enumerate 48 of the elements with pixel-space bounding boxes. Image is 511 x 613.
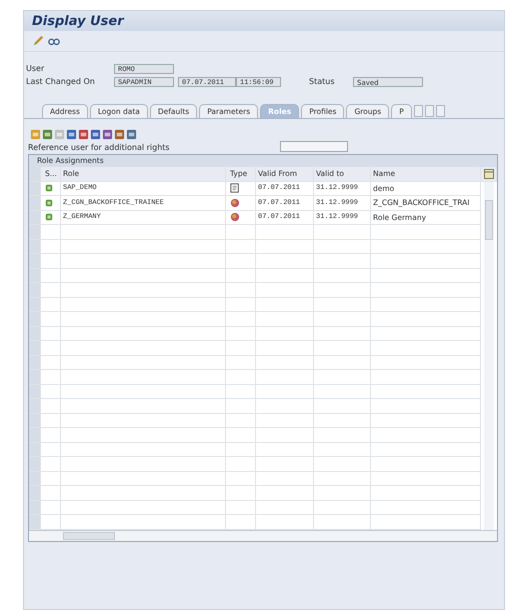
tab-list-button[interactable] [436,105,445,117]
field-label: Last Changed On [26,77,96,86]
row-selector[interactable] [29,196,41,210]
row-selector[interactable] [29,326,41,340]
row-selector[interactable] [29,312,41,326]
toolbar-icon[interactable] [66,129,77,140]
toolbar-icon[interactable] [90,129,101,140]
select-all-button[interactable] [29,167,41,180]
row-selector[interactable] [29,370,41,384]
row-selector[interactable] [29,182,41,195]
row-selector[interactable] [29,399,41,412]
row-selector[interactable] [29,341,41,354]
tab-scroll-button[interactable] [414,105,423,117]
row-selector[interactable] [29,210,41,224]
row-selector[interactable] [29,500,41,514]
row-selector[interactable] [29,457,41,470]
row-selector[interactable] [29,225,41,238]
row-selector[interactable] [29,268,41,282]
row-selector[interactable] [29,356,41,369]
row-selector[interactable] [29,472,41,485]
row-selector[interactable] [29,442,41,456]
row-selector[interactable] [29,515,41,528]
toolbar-icon[interactable] [114,129,125,140]
field-label: Status [309,77,336,86]
toolbar-icon[interactable] [102,129,113,140]
row-selector[interactable] [29,240,41,253]
vertical-scrollbar[interactable] [484,182,494,530]
field-label: Reference user for additional rights [28,143,170,152]
horizontal-scrollbar[interactable] [29,530,497,540]
input-field[interactable] [280,141,348,152]
row-selector[interactable] [29,254,41,268]
row-selector[interactable] [29,384,41,398]
toolbar-icon[interactable] [42,129,53,140]
toolbar-icon[interactable] [78,129,89,140]
document-icon [230,183,240,194]
row-selector[interactable] [29,414,41,427]
tab-scroll-button[interactable] [424,105,434,117]
field-label: User [26,64,46,73]
globe-icon [230,212,240,222]
globe-icon [230,198,240,208]
window-title: Display User [32,14,124,29]
row-selector[interactable] [29,428,41,442]
pencil-icon[interactable] [32,35,44,47]
table-settings-icon[interactable] [484,168,494,179]
row-selector[interactable] [29,486,41,500]
row-selector[interactable] [29,283,41,296]
row-selector[interactable] [29,298,41,311]
toolbar-icon[interactable] [126,129,137,140]
